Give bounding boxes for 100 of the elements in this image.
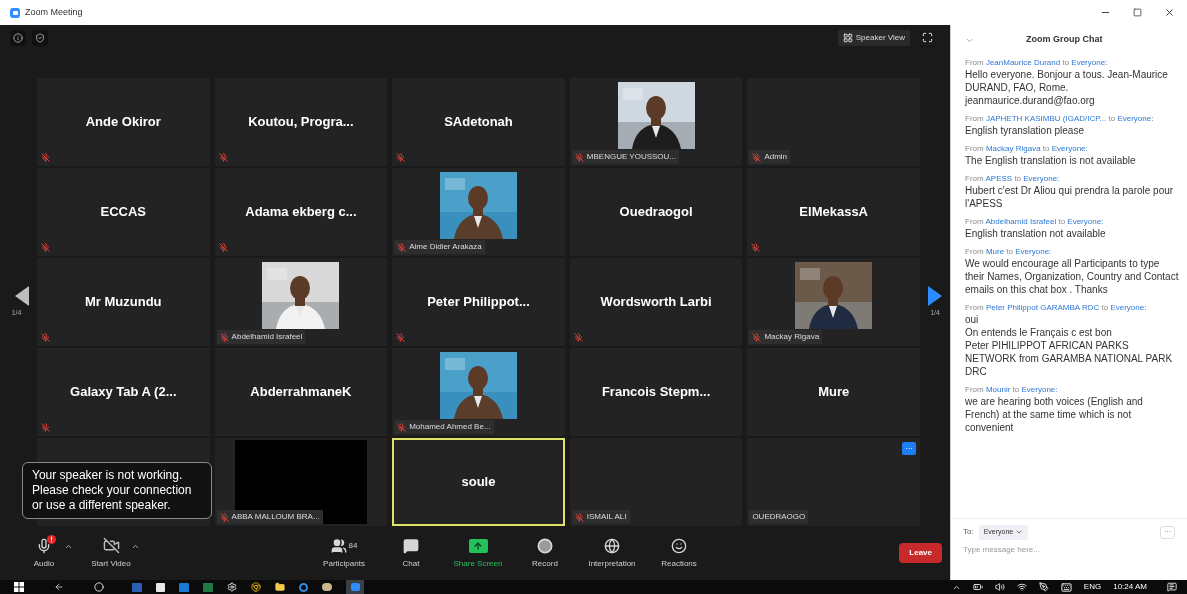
camera-off-icon — [102, 537, 120, 554]
chat-sender-line: From Mure to Everyone: — [965, 246, 1053, 257]
toolbar-button[interactable]: Interpretation — [580, 536, 644, 570]
participant-name: Koutou, Progra... — [248, 113, 354, 132]
toolbar-label: Participants — [323, 557, 365, 570]
info-icon — [13, 33, 23, 43]
leave-button[interactable]: Leave — [899, 543, 942, 563]
participant-name: ABBA MALLOUM BRA... — [231, 511, 320, 523]
notifications-icon[interactable] — [1167, 582, 1177, 592]
chat-sender-line: From Mackay Rigava to Everyone: — [965, 143, 1089, 154]
pen-icon[interactable] — [1038, 582, 1049, 592]
participant-name: OUEDRAOGO — [752, 511, 806, 523]
globe-icon — [604, 537, 620, 554]
keyboard-icon[interactable] — [1060, 581, 1072, 593]
toolbar-label: Start Video — [91, 557, 131, 570]
toolbar-label: Audio — [33, 557, 55, 570]
participant-name: Francois Stepm... — [601, 383, 711, 402]
chat-message: The English translation is not available — [965, 154, 1137, 167]
participant-name: Ande Okiror — [85, 113, 161, 132]
maximize-button[interactable] — [1133, 8, 1142, 17]
participant-name: Adama ekberg c... — [245, 203, 357, 222]
chat-sender-line: From JeanMaurice Durand to Everyone: — [965, 57, 1109, 68]
shield-icon — [35, 33, 45, 43]
fullscreen-icon[interactable] — [922, 32, 933, 43]
toolbar-button[interactable]: Share Screen — [446, 536, 510, 570]
toolbar-button[interactable]: Record — [513, 536, 577, 570]
toolbar-button[interactable]: 84 Participants — [312, 536, 376, 570]
wifi-icon[interactable] — [1016, 582, 1027, 592]
browser-icon[interactable] — [251, 582, 261, 592]
volume-icon[interactable] — [994, 582, 1005, 592]
participant-name: ElMekassA — [799, 203, 868, 222]
paint-app-icon[interactable] — [322, 583, 332, 591]
search-icon[interactable] — [94, 582, 104, 592]
chat-sender-line: From JAPHETH KASIMBU (IGAD/ICP... to Everyone: — [965, 113, 1155, 124]
battery-icon[interactable] — [972, 582, 983, 592]
language-indicator[interactable]: ENG — [1083, 581, 1102, 593]
chat-message: English tyranslation please — [965, 124, 1085, 137]
chat-title: Zoom Group Chat — [1026, 33, 1103, 47]
chat-message: Hello everyone. Bonjour a tous. Jean-Maurice DURAND, FAO, Rome. jeanmaurice.durand@fao.org — [965, 68, 1169, 107]
more-button[interactable]: ··· — [902, 442, 916, 455]
toolbar-button[interactable]: Reactions — [647, 536, 711, 570]
settings-icon[interactable] — [227, 582, 237, 592]
chat-sender-line: From APESS to Everyone: — [965, 173, 1061, 184]
participant-name: Abdelhamid Israfeel — [231, 331, 303, 343]
zoom-logo-icon — [10, 7, 20, 18]
chat-message: On entends le Français c est bon — [965, 326, 1113, 339]
edge-browser-icon[interactable] — [299, 582, 308, 592]
message-input[interactable]: Type message here... — [963, 543, 1175, 556]
toolbar-label: Interpretation — [588, 557, 636, 570]
participant-name: Mohamed Ahmed Be... — [409, 421, 491, 433]
zoom-app-icon[interactable] — [346, 580, 364, 594]
chat-sender-line: From Mounir to Everyone: — [965, 384, 1059, 395]
speaker-view-button[interactable]: Speaker View — [837, 30, 910, 46]
microphone-icon — [36, 537, 52, 554]
store-app-icon[interactable] — [156, 582, 165, 592]
to-label: To: — [963, 526, 974, 539]
record-icon — [537, 537, 553, 554]
window-title: Zoom Meeting — [25, 5, 83, 19]
chat-message: we are hearing both voices (English and French) at the same time which is not convenient — [965, 395, 1144, 434]
chat-message: English translation not available — [965, 227, 1107, 240]
participant-name: Ouedraogol — [619, 203, 693, 222]
next-page-button[interactable] — [928, 285, 942, 306]
smiley-icon — [671, 537, 687, 554]
participant-name: SAdetonah — [444, 113, 513, 132]
windows-logo-icon[interactable] — [14, 582, 24, 592]
toolbar-button[interactable]: Start Video — [79, 536, 143, 570]
security-button[interactable] — [32, 30, 48, 46]
close-button[interactable] — [1164, 7, 1175, 18]
participant-name: soule — [461, 473, 496, 492]
previous-page-button[interactable] — [14, 285, 29, 306]
toolbar-button[interactable]: Audio — [12, 536, 76, 570]
word-app-icon[interactable] — [132, 582, 142, 592]
participant-count: 84 — [348, 539, 358, 552]
participants-icon — [330, 537, 347, 554]
chat-icon — [403, 537, 419, 554]
excel-app-icon[interactable] — [203, 582, 213, 592]
participant-name: Mackay Rigava — [764, 331, 820, 343]
participant-name: AbderrahmaneK — [250, 383, 352, 402]
toolbar-button[interactable]: Chat — [379, 536, 443, 570]
info-button[interactable] — [10, 30, 26, 46]
speaker-warning-message: Your speaker is not working. Please check your connection or use a different speaker. — [32, 468, 193, 513]
participant-name: ECCAS — [100, 203, 147, 222]
participant-name: Mr Muzundu — [85, 293, 162, 312]
participant-name: ISMAIL ALI — [586, 511, 627, 523]
back-arrow-icon[interactable] — [54, 582, 64, 592]
participant-name: Mure — [818, 383, 850, 402]
toolbar-label: Record — [532, 557, 558, 570]
chat-sender-line: From Peter Philippot GARAMBA RDC to Everyone: — [965, 302, 1148, 313]
outlook-app-icon[interactable] — [179, 582, 189, 592]
chat-sender-line: From Abdelhamid Israfeel to Everyone: — [965, 216, 1105, 227]
chat-message: Peter PIHILIPPOT AFRICAN PARKS NETWORK from GARAMBA NATIONAL PARK DRC — [965, 339, 1174, 378]
participant-name: MBENGUE YOUSSOU... — [586, 151, 676, 163]
toolbar-label: Reactions — [661, 557, 697, 570]
participant-name: Peter Philippot... — [427, 293, 530, 312]
chat-message: We would encourage all Participants to type their Names, Organization, Country and Contact emails on this chat box . Thanks — [965, 257, 1179, 296]
toolbar-label: Chat — [402, 557, 420, 570]
participant-name: Galaxy Tab A (2... — [70, 383, 177, 402]
folder-icon[interactable] — [275, 582, 285, 592]
chat-message: oui — [965, 313, 980, 326]
clock[interactable]: 10:24 AM — [1113, 581, 1147, 593]
